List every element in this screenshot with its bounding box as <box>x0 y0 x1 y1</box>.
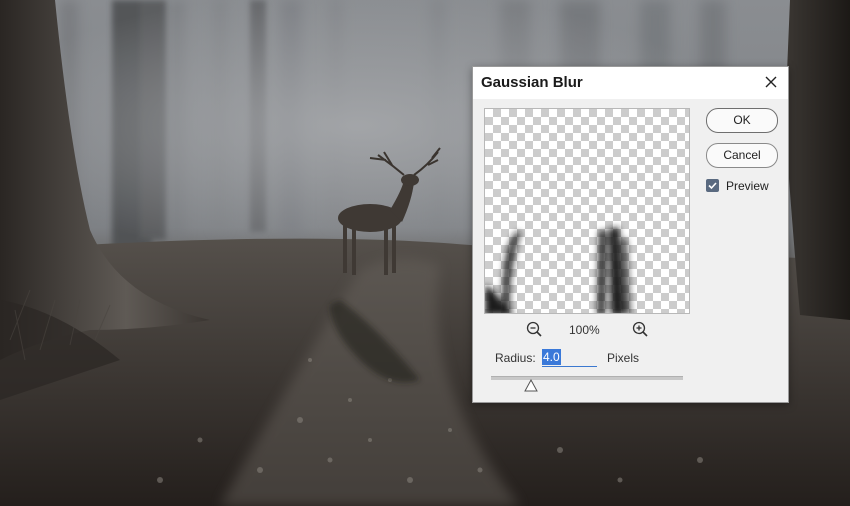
close-button[interactable] <box>760 71 782 93</box>
preview-image <box>485 227 631 313</box>
gaussian-blur-dialog: Gaussian Blur 100% Radius: 4.0 Pixels OK… <box>472 66 789 403</box>
radius-label: Radius: <box>495 351 536 365</box>
checkmark-icon <box>708 182 717 190</box>
zoom-in-icon <box>632 321 648 337</box>
radius-value: 4.0 <box>542 349 561 365</box>
blur-preview[interactable] <box>484 108 690 314</box>
zoom-in-button[interactable] <box>631 320 651 340</box>
dialog-title: Gaussian Blur <box>481 74 583 91</box>
cancel-button[interactable]: Cancel <box>706 143 778 168</box>
preview-label[interactable]: Preview <box>726 179 769 193</box>
close-icon <box>765 76 777 88</box>
dialog-titlebar[interactable]: Gaussian Blur <box>473 67 788 99</box>
zoom-out-button[interactable] <box>525 320 545 340</box>
triangle-icon <box>523 378 538 392</box>
radius-slider-track[interactable] <box>491 376 683 380</box>
radius-unit-label: Pixels <box>607 351 640 365</box>
zoom-level: 100% <box>569 323 600 337</box>
preview-checkbox[interactable] <box>706 179 719 192</box>
radius-slider-thumb[interactable] <box>523 378 538 392</box>
zoom-out-icon <box>526 321 542 337</box>
ok-button[interactable]: OK <box>706 108 778 133</box>
radius-input[interactable]: 4.0 <box>542 348 597 367</box>
